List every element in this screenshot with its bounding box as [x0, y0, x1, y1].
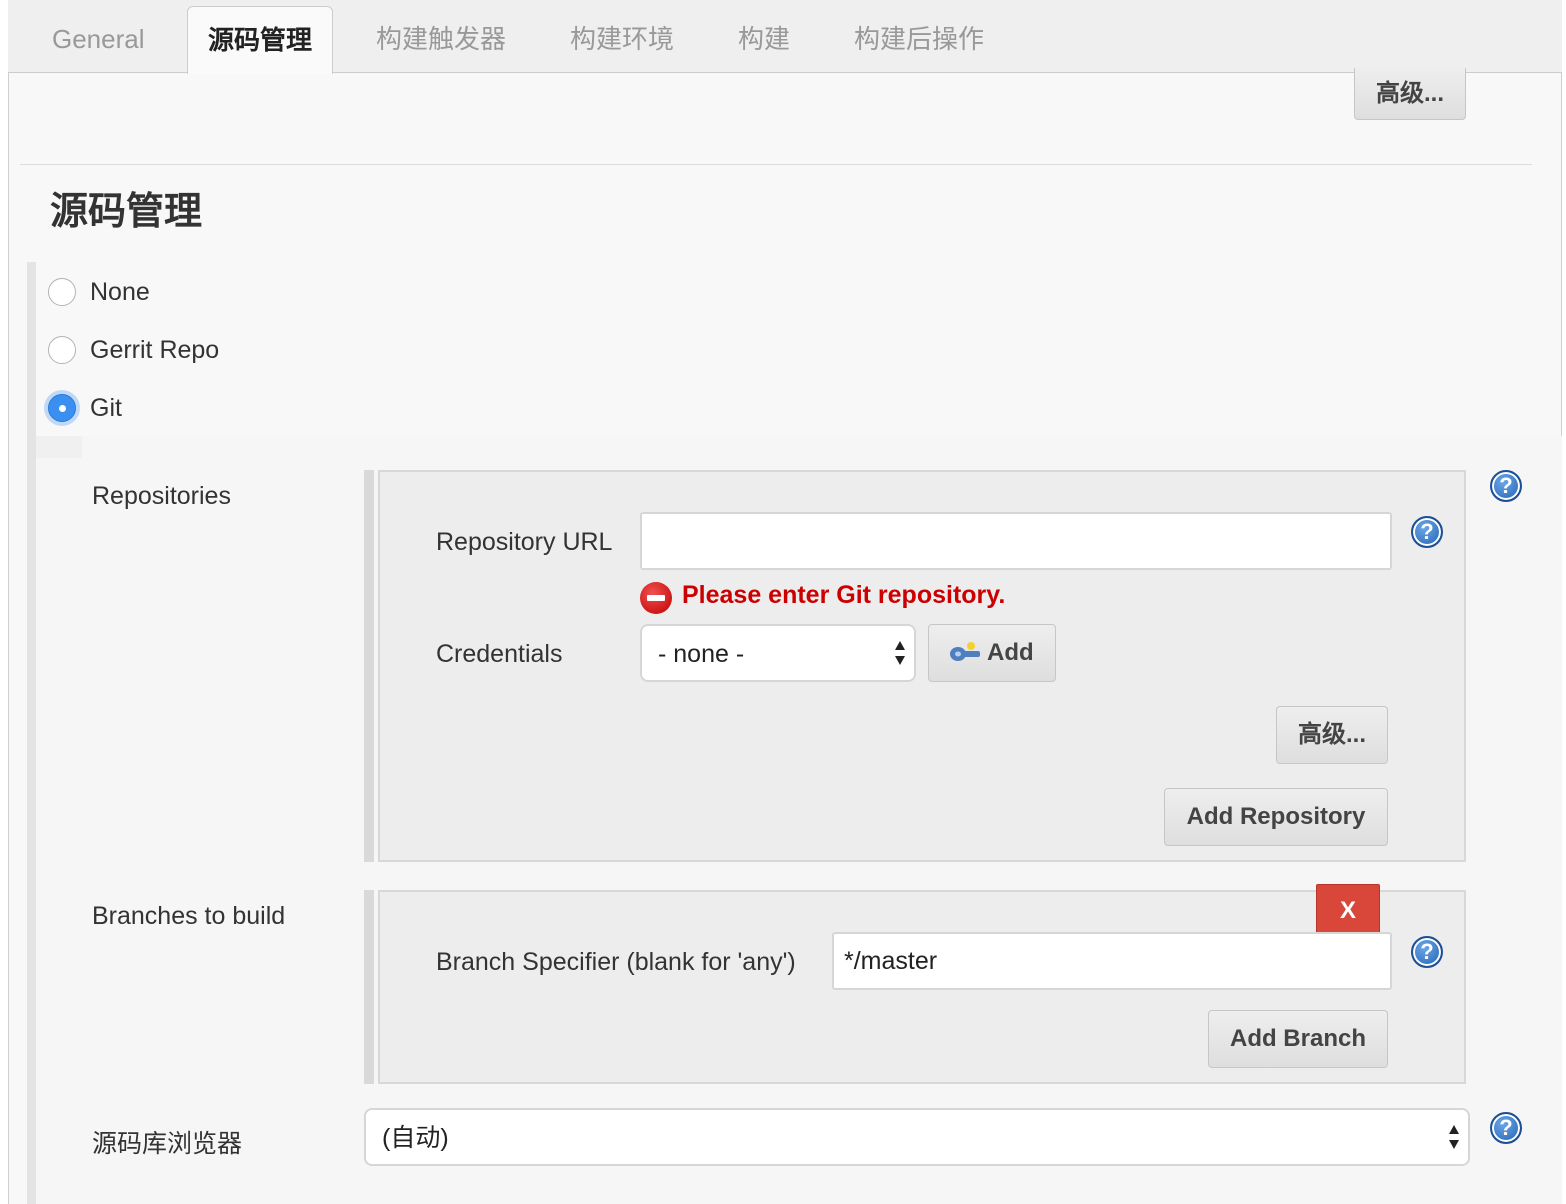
- section-divider: [20, 164, 1532, 165]
- repository-advanced-button[interactable]: 高级...: [1276, 706, 1388, 764]
- tab-build[interactable]: 构建: [738, 0, 790, 73]
- repository-browser-select-value: (自动): [382, 1124, 449, 1152]
- credentials-add-button[interactable]: Add: [928, 624, 1056, 682]
- repository-url-label: Repository URL: [436, 528, 613, 556]
- radio-none[interactable]: [48, 278, 76, 306]
- radio-none-label: None: [90, 278, 150, 306]
- section-left-rule: [27, 262, 36, 1204]
- delete-branch-button[interactable]: X: [1316, 884, 1380, 936]
- git-config-tab: [36, 436, 82, 458]
- select-arrows-icon: [895, 641, 905, 665]
- add-branch-button[interactable]: Add Branch: [1208, 1010, 1388, 1068]
- branches-to-build-label: Branches to build: [92, 902, 286, 930]
- general-advanced-button[interactable]: 高级...: [1354, 68, 1466, 120]
- branch-specifier-label: Branch Specifier (blank for 'any'): [436, 948, 796, 976]
- radio-git-label: Git: [90, 394, 122, 422]
- select-arrows-icon: [1449, 1125, 1459, 1149]
- credentials-label: Credentials: [436, 640, 563, 668]
- repositories-help-icon[interactable]: ?: [1490, 470, 1522, 502]
- section-title: 源码管理: [50, 191, 203, 233]
- key-icon: [950, 642, 980, 661]
- repositories-label: Repositories: [92, 482, 231, 510]
- repositories-panel-handle: [364, 470, 374, 862]
- repository-browser-label: 源码库浏览器: [92, 1130, 243, 1158]
- tab-build-triggers[interactable]: 构建触发器: [376, 0, 506, 73]
- tab-general[interactable]: General: [52, 0, 145, 73]
- tab-source-code-management[interactable]: 源码管理: [187, 6, 334, 74]
- branches-panel-handle: [364, 890, 374, 1084]
- radio-gerrit-repo[interactable]: [48, 336, 76, 364]
- repository-url-error: Please enter Git repository.: [682, 581, 1006, 609]
- tab-post-build-actions[interactable]: 构建后操作: [854, 0, 984, 73]
- credentials-add-label: Add: [987, 639, 1034, 666]
- branch-specifier-help-icon[interactable]: ?: [1411, 936, 1443, 968]
- branch-specifier-input[interactable]: [832, 932, 1392, 990]
- repository-url-input[interactable]: [640, 512, 1392, 570]
- radio-git[interactable]: [48, 394, 76, 422]
- radio-gerrit-repo-label: Gerrit Repo: [90, 336, 220, 364]
- repository-browser-select[interactable]: (自动): [364, 1108, 1470, 1166]
- credentials-select[interactable]: - none -: [640, 624, 916, 682]
- repository-browser-help-icon[interactable]: ?: [1490, 1112, 1522, 1144]
- tab-build-environment[interactable]: 构建环境: [570, 0, 674, 73]
- credentials-select-value: - none -: [658, 640, 745, 668]
- add-repository-button[interactable]: Add Repository: [1164, 788, 1388, 846]
- error-icon: [640, 582, 672, 614]
- repository-url-help-icon[interactable]: ?: [1411, 516, 1443, 548]
